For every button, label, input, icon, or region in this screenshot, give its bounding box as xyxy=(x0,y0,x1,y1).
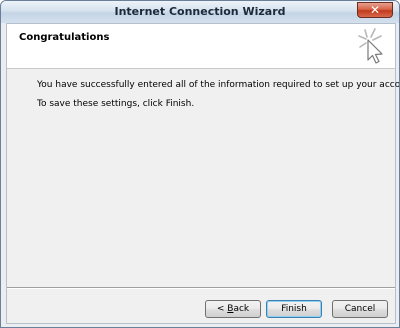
window-title: Internet Connection Wizard xyxy=(114,5,286,18)
instruction-message: To save these settings, click Finish. xyxy=(37,99,195,109)
page-title: Congratulations xyxy=(19,32,110,43)
close-icon: ✕ xyxy=(369,3,381,17)
wizard-window: Internet Connection Wizard ✕ Congratulat… xyxy=(0,0,400,328)
back-button[interactable]: < Back xyxy=(205,300,261,318)
wizard-client-area: Congratulations You have successfully en… xyxy=(6,23,399,324)
close-button[interactable]: ✕ xyxy=(357,2,393,18)
success-message: You have successfully entered all of the… xyxy=(37,80,400,90)
finish-button[interactable]: Finish xyxy=(266,300,322,318)
wizard-sparkle-cursor-icon xyxy=(358,28,383,64)
button-separator xyxy=(7,287,395,289)
wizard-header: Congratulations xyxy=(7,24,395,69)
back-button-prefix: < xyxy=(216,304,228,314)
back-button-label: ack xyxy=(233,304,250,314)
cancel-button[interactable]: Cancel xyxy=(332,300,388,318)
title-bar[interactable]: Internet Connection Wizard ✕ xyxy=(1,1,399,23)
